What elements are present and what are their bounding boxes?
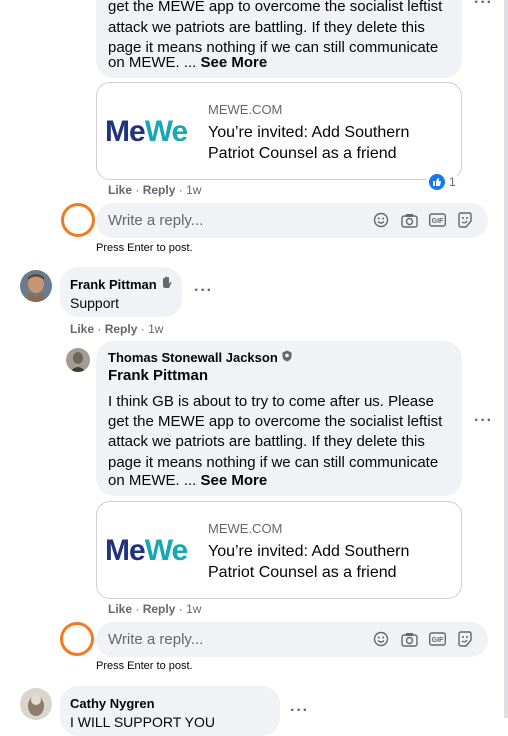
reaction-badge[interactable]: 1 xyxy=(426,173,459,191)
reply-input[interactable]: Write a reply... xyxy=(108,212,203,229)
avatar[interactable] xyxy=(66,348,90,372)
press-enter-hint: Press Enter to post. xyxy=(96,242,193,254)
timestamp[interactable]: 1w xyxy=(148,322,163,336)
like-link[interactable]: Like xyxy=(108,602,132,616)
see-more-link[interactable]: See More xyxy=(201,54,268,71)
comment-line-last: on MEWE. ... See More xyxy=(108,471,267,492)
reply-input-box[interactable]: Write a reply... GIF xyxy=(96,622,488,657)
smiley-icon[interactable] xyxy=(372,630,390,648)
comment-line-last: on MEWE. ... See More xyxy=(108,53,267,74)
reply-link[interactable]: Reply xyxy=(143,183,176,197)
camera-icon[interactable] xyxy=(400,630,418,648)
separator: · xyxy=(178,602,183,616)
reply-input-box[interactable]: Write a reply... GIF xyxy=(96,203,488,238)
comment-text: I WILL SUPPORT YOU xyxy=(70,714,215,730)
more-dots-icon[interactable]: ··· xyxy=(290,702,309,720)
more-dots-icon[interactable]: ··· xyxy=(474,0,493,12)
reply-tools: GIF xyxy=(372,211,474,229)
comment-line: get the MEWE app to overcome the sociali… xyxy=(108,413,443,430)
press-enter-hint: Press Enter to post. xyxy=(96,660,193,672)
avatar[interactable] xyxy=(20,688,52,720)
like-link[interactable]: Like xyxy=(108,183,132,197)
card-title: You’re invited: Add Southern Patriot Cou… xyxy=(208,543,410,581)
link-preview-card[interactable]: MeWe MEWE.COM You’re invited: Add Southe… xyxy=(96,82,462,180)
card-domain: MEWE.COM xyxy=(208,102,283,117)
comment-line-text: on MEWE. ... xyxy=(108,472,197,489)
see-more-link[interactable]: See More xyxy=(201,472,268,489)
author-name[interactable]: Frank Pittman xyxy=(70,277,157,292)
separator: · xyxy=(135,183,140,197)
sticker-icon[interactable] xyxy=(456,211,474,229)
like-thumb-icon xyxy=(429,174,445,190)
camera-icon[interactable] xyxy=(400,211,418,229)
reply-link[interactable]: Reply xyxy=(143,602,176,616)
comment-author[interactable]: Frank Pittman xyxy=(70,276,173,292)
page-right-border xyxy=(504,0,508,718)
comment-bubble-top: get the MEWE app to overcome the sociali… xyxy=(96,0,462,78)
comment-line: attack we patriots are battling. If they… xyxy=(108,19,425,36)
shield-badge-icon xyxy=(281,350,293,365)
card-title: You’re invited: Add Southern Patriot Cou… xyxy=(208,124,410,162)
separator: · xyxy=(140,322,145,336)
svg-text:GIF: GIF xyxy=(431,218,443,225)
comment-author[interactable]: Thomas Stonewall Jackson xyxy=(108,350,293,365)
sticker-icon[interactable] xyxy=(456,630,474,648)
mewe-logo: MeWe xyxy=(105,534,188,567)
comment-bubble: Cathy Nygren I WILL SUPPORT YOU xyxy=(60,686,280,736)
mewe-logo: MeWe xyxy=(105,115,188,148)
comment-line: attack we patriots are battling. If they… xyxy=(108,433,425,450)
comment-actions: Like · Reply · 1w xyxy=(108,602,201,616)
separator: · xyxy=(178,183,183,197)
card-domain: MEWE.COM xyxy=(208,521,283,536)
comment-bubble: Thomas Stonewall Jackson Frank Pittman I… xyxy=(96,341,462,496)
link-preview-card[interactable]: MeWe MEWE.COM You’re invited: Add Southe… xyxy=(96,501,462,599)
more-dots-icon[interactable]: ··· xyxy=(474,412,493,430)
annotation-circle xyxy=(60,622,94,656)
separator: · xyxy=(97,322,102,336)
more-dots-icon[interactable]: ··· xyxy=(194,282,213,300)
gif-icon[interactable]: GIF xyxy=(428,630,446,648)
avatar[interactable] xyxy=(20,270,52,302)
comment-author[interactable]: Cathy Nygren xyxy=(70,696,155,711)
reply-link[interactable]: Reply xyxy=(105,322,138,336)
comment-actions: Like · Reply · 1w xyxy=(70,322,163,336)
comment-line-text: on MEWE. ... xyxy=(108,54,197,71)
gif-icon[interactable]: GIF xyxy=(428,211,446,229)
smiley-icon[interactable] xyxy=(372,211,390,229)
svg-text:GIF: GIF xyxy=(431,637,443,644)
author-name[interactable]: Thomas Stonewall Jackson xyxy=(108,350,278,365)
timestamp[interactable]: 1w xyxy=(186,183,201,197)
reply-input[interactable]: Write a reply... xyxy=(108,631,203,648)
annotation-circle xyxy=(61,203,95,237)
comment-line: I think GB is about to try to come after… xyxy=(108,393,434,410)
raised-hand-icon xyxy=(160,276,173,292)
reply-tools: GIF xyxy=(372,630,474,648)
reaction-count: 1 xyxy=(449,175,456,189)
comment-actions: Like · Reply · 1w xyxy=(108,183,201,197)
comment-bubble: Frank Pittman Support xyxy=(60,267,182,317)
like-link[interactable]: Like xyxy=(70,322,94,336)
comment-text: Support xyxy=(70,295,120,311)
timestamp[interactable]: 1w xyxy=(186,602,201,616)
separator: · xyxy=(135,602,140,616)
comment-line: get the MEWE app to overcome the sociali… xyxy=(108,0,443,15)
mention-tag[interactable]: Frank Pittman xyxy=(108,367,208,384)
